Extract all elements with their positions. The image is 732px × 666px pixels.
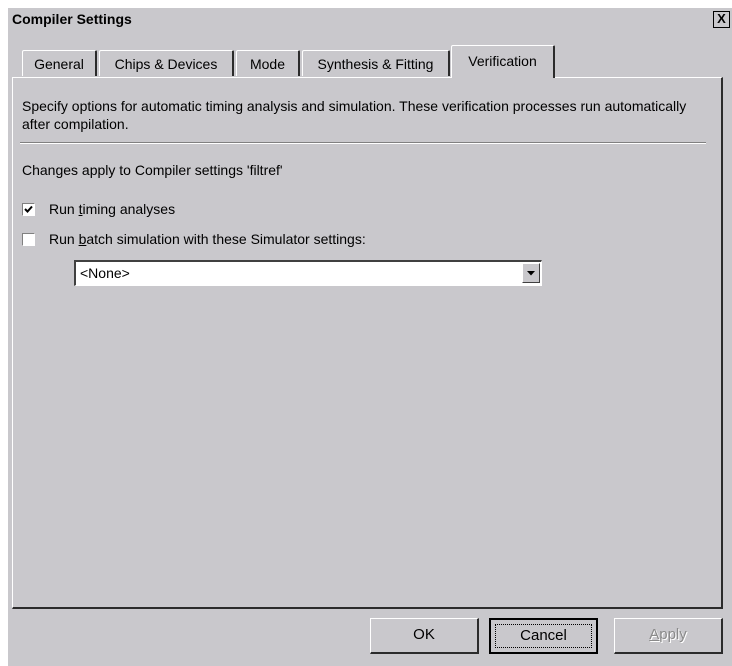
changes-apply-text: Changes apply to Compiler settings 'filt… [22,162,283,178]
verification-panel [12,77,723,609]
tab-general[interactable]: General [22,50,97,76]
timing-analyses-label: Run timing analyses [49,201,176,217]
title-bar: Compiler Settings X [8,8,732,30]
chevron-down-icon [527,271,535,276]
tab-chips-devices[interactable]: Chips & Devices [99,50,234,76]
close-icon: X [717,11,726,26]
dropdown-button[interactable] [522,263,540,283]
ok-button[interactable]: OK [370,618,479,654]
tab-verification[interactable]: Verification [451,45,555,78]
batch-simulation-label: Run batch simulation with these Simulato… [49,231,366,247]
description-text: Specify options for automatic timing ana… [22,98,687,132]
simulator-settings-value: <None> [80,265,130,281]
apply-button[interactable]: Apply [614,618,723,654]
simulator-settings-select[interactable]: <None> [74,260,542,286]
cancel-button[interactable]: Cancel [489,618,598,654]
batch-simulation-checkbox[interactable] [22,233,35,246]
window-title: Compiler Settings [12,11,132,27]
timing-analyses-checkbox[interactable] [22,203,35,216]
close-button[interactable]: X [713,11,730,28]
separator [20,142,706,144]
tab-mode[interactable]: Mode [236,50,300,76]
focus-rectangle [495,624,592,648]
checkmark-icon [24,205,33,213]
tab-synthesis-fitting[interactable]: Synthesis & Fitting [302,50,450,76]
